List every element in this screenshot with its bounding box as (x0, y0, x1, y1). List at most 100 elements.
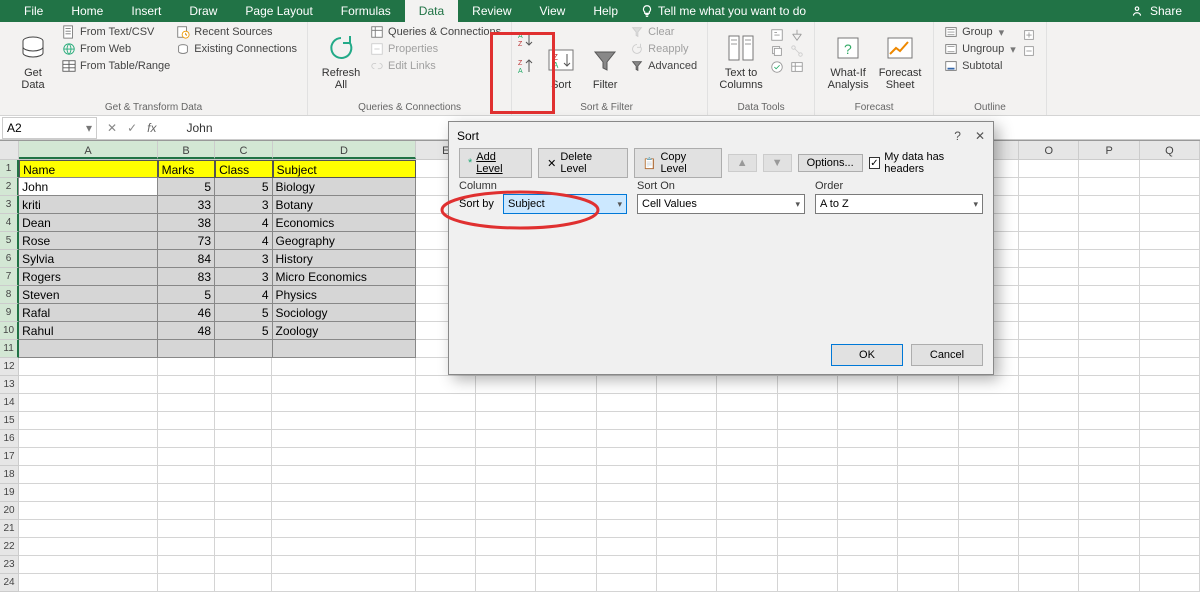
cell[interactable] (898, 574, 958, 592)
cell[interactable] (272, 448, 415, 466)
cell[interactable] (215, 466, 272, 484)
accept-entry-icon[interactable]: ✓ (127, 121, 137, 135)
cell[interactable] (1079, 430, 1139, 448)
cell[interactable]: 73 (158, 232, 215, 250)
cell[interactable]: 84 (158, 250, 215, 268)
cell[interactable] (476, 448, 536, 466)
cell[interactable] (416, 394, 476, 412)
row-header[interactable]: 7 (0, 268, 19, 286)
cell[interactable] (1140, 160, 1200, 178)
order-combo[interactable]: A to Z▾ (815, 194, 983, 214)
cell[interactable] (1019, 574, 1079, 592)
cell[interactable] (416, 520, 476, 538)
cell[interactable] (1079, 214, 1139, 232)
cancel-button[interactable]: Cancel (911, 344, 983, 366)
cell[interactable] (272, 538, 415, 556)
cell[interactable]: Dean (19, 214, 157, 232)
cell[interactable] (416, 412, 476, 430)
cell[interactable] (597, 376, 657, 394)
cell[interactable] (476, 376, 536, 394)
cell[interactable] (19, 484, 157, 502)
cell[interactable] (476, 430, 536, 448)
cell[interactable] (838, 394, 898, 412)
cell[interactable] (1079, 376, 1139, 394)
share-button[interactable]: Share (1130, 4, 1182, 18)
cell[interactable] (476, 574, 536, 592)
cell[interactable] (1140, 286, 1200, 304)
cell[interactable] (657, 484, 717, 502)
cell[interactable] (536, 412, 596, 430)
cell[interactable] (959, 538, 1019, 556)
cell[interactable] (838, 556, 898, 574)
cell[interactable] (1019, 196, 1079, 214)
existing-conn-button[interactable]: Existing Connections (176, 41, 297, 57)
cell[interactable] (1079, 574, 1139, 592)
row-header[interactable]: 19 (0, 484, 19, 502)
cell[interactable] (1019, 376, 1079, 394)
cell[interactable]: Physics (273, 286, 416, 304)
cell[interactable] (158, 448, 215, 466)
from-textcsv-button[interactable]: From Text/CSV (62, 24, 170, 40)
recent-sources-button[interactable]: Recent Sources (176, 24, 297, 40)
cell[interactable] (19, 430, 157, 448)
sorton-combo[interactable]: Cell Values▾ (637, 194, 805, 214)
cell[interactable] (717, 430, 777, 448)
cell[interactable] (1079, 286, 1139, 304)
row-header[interactable]: 13 (0, 376, 19, 394)
tab-review[interactable]: Review (458, 0, 525, 22)
cell[interactable] (959, 556, 1019, 574)
cell[interactable] (597, 538, 657, 556)
col-header-O[interactable]: O (1019, 141, 1079, 159)
cell[interactable] (1019, 286, 1079, 304)
cell[interactable] (1079, 304, 1139, 322)
cell[interactable]: Rafal (19, 304, 157, 322)
cell[interactable] (1079, 538, 1139, 556)
cell[interactable]: Geography (273, 232, 416, 250)
cell[interactable] (898, 376, 958, 394)
cell[interactable] (476, 394, 536, 412)
cell[interactable] (19, 520, 157, 538)
cell[interactable] (1140, 430, 1200, 448)
name-box[interactable]: A2▾ (2, 117, 97, 139)
row-header[interactable]: 8 (0, 286, 19, 304)
from-table-button[interactable]: From Table/Range (62, 58, 170, 74)
col-header-C[interactable]: C (215, 141, 272, 159)
cell[interactable] (1019, 250, 1079, 268)
cell[interactable]: kriti (19, 196, 157, 214)
cell[interactable] (717, 466, 777, 484)
cell[interactable]: Sociology (273, 304, 416, 322)
cell[interactable]: 33 (158, 196, 215, 214)
cell[interactable] (717, 412, 777, 430)
cell[interactable] (597, 556, 657, 574)
row-header[interactable]: 3 (0, 196, 19, 214)
cell[interactable] (778, 466, 838, 484)
fx-icon[interactable]: fx (147, 121, 156, 135)
cell[interactable] (657, 430, 717, 448)
cell[interactable] (778, 484, 838, 502)
cell[interactable] (536, 538, 596, 556)
cell[interactable] (1079, 196, 1139, 214)
cell[interactable] (536, 502, 596, 520)
copy-level-button[interactable]: 📋 Copy Level (634, 148, 722, 178)
cell[interactable] (1019, 178, 1079, 196)
cell[interactable]: Rogers (19, 268, 157, 286)
cell[interactable] (1140, 466, 1200, 484)
cell[interactable]: Micro Economics (273, 268, 416, 286)
row-header[interactable]: 14 (0, 394, 19, 412)
cell[interactable] (272, 466, 415, 484)
cell[interactable] (158, 484, 215, 502)
sortby-column-combo[interactable]: Subject▾ (503, 194, 627, 214)
cell[interactable] (158, 394, 215, 412)
cell[interactable] (959, 484, 1019, 502)
data-val-icon[interactable] (770, 60, 784, 74)
cell[interactable] (1019, 520, 1079, 538)
cell[interactable]: 5 (215, 304, 272, 322)
cell[interactable] (1079, 340, 1139, 358)
cell[interactable] (778, 556, 838, 574)
cell[interactable]: Subject (273, 160, 416, 178)
cell[interactable] (215, 448, 272, 466)
cell[interactable]: John (19, 178, 157, 196)
row-header[interactable]: 17 (0, 448, 19, 466)
cell[interactable] (898, 448, 958, 466)
cell[interactable] (597, 412, 657, 430)
